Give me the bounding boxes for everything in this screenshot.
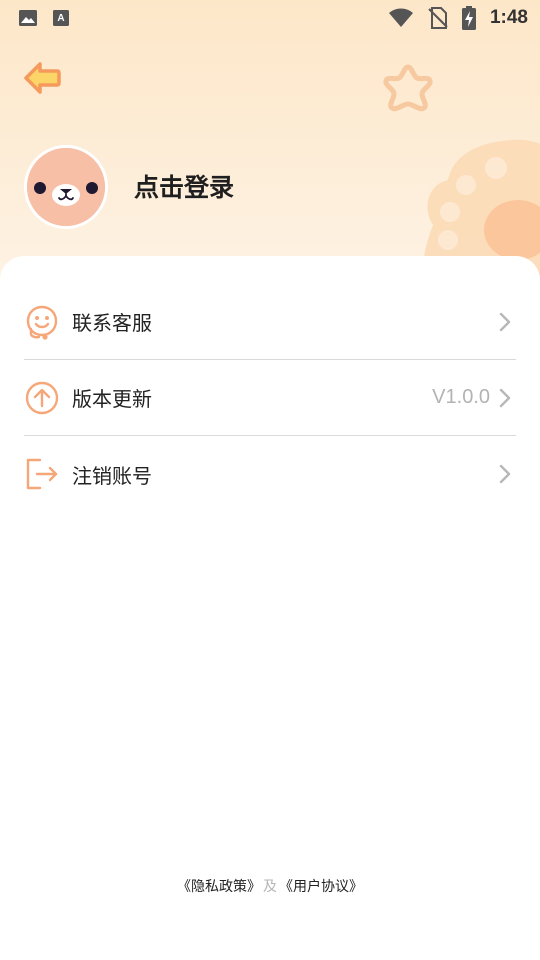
chevron-right-icon	[499, 464, 511, 484]
menu-item-label: 版本更新	[72, 387, 152, 411]
image-icon	[19, 10, 37, 26]
battery-charging-icon	[461, 6, 476, 30]
customer-service-icon	[24, 304, 60, 340]
status-time: 1:48	[489, 7, 528, 28]
menu-item-label: 联系客服	[72, 311, 152, 335]
version-value: V1.0.0	[432, 386, 490, 408]
svg-text:A: A	[57, 13, 64, 24]
back-arrow-icon	[24, 62, 61, 94]
footer-links: 《隐私政策》及《用户协议》	[0, 876, 540, 896]
logout-icon	[24, 456, 60, 492]
menu-item-version-update[interactable]: 版本更新 V1.0.0	[24, 360, 516, 436]
chevron-right-icon	[499, 312, 511, 331]
wifi-icon	[388, 8, 413, 27]
no-sim-icon	[428, 7, 448, 29]
user-agreement-link[interactable]: 《用户协议》	[279, 879, 363, 895]
upload-arrow-icon	[24, 380, 60, 416]
settings-menu: 联系客服 版本更新 V1.0.0 注销账号	[24, 284, 516, 512]
bear-face-icon	[27, 148, 105, 226]
avatar[interactable]	[24, 145, 108, 229]
menu-item-customer-service[interactable]: 联系客服	[24, 284, 516, 360]
text-a-icon: A	[53, 10, 69, 26]
login-label[interactable]: 点击登录	[134, 168, 234, 204]
menu-item-label: 注销账号	[72, 463, 152, 488]
status-bar: A 1:48	[0, 0, 540, 36]
footer-separator: 及	[263, 879, 277, 895]
back-button[interactable]	[22, 58, 62, 98]
chevron-right-icon	[499, 388, 511, 407]
menu-item-delete-account[interactable]: 注销账号	[24, 436, 516, 512]
privacy-policy-link[interactable]: 《隐私政策》	[177, 879, 261, 895]
star-decoration-icon	[383, 64, 433, 112]
